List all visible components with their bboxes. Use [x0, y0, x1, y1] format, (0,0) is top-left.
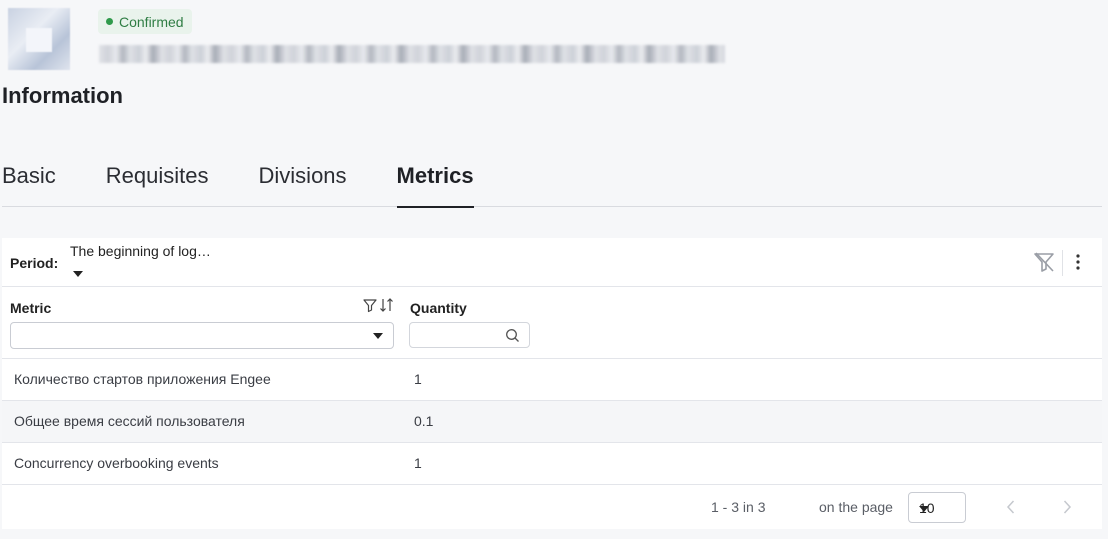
period-select-value[interactable]: The beginning of log… — [70, 243, 211, 259]
quantity-filter — [409, 322, 530, 348]
filter-icon[interactable] — [363, 297, 377, 313]
tab-metrics[interactable]: Metrics — [396, 158, 474, 208]
quantity-cell: 1 — [414, 455, 422, 471]
pagination: 1 - 3 in 3 on the page 10 — [2, 485, 1102, 529]
tab-bar: Basic Requisites Divisions Metrics — [2, 158, 1102, 208]
metrics-panel: Period: The beginning of log… Metric Qua… — [2, 238, 1102, 529]
column-header-metric: Metric — [10, 300, 52, 316]
toolbar: Period: The beginning of log… — [2, 238, 1102, 287]
caret-down-icon — [919, 506, 929, 512]
metric-cell: Количество стартов приложения Engee — [14, 371, 271, 387]
quantity-search-input[interactable] — [416, 323, 506, 347]
sort-icon[interactable] — [379, 297, 393, 313]
chevron-left-icon[interactable] — [1001, 497, 1021, 517]
page-title: Information — [2, 83, 123, 108]
status-badge: Confirmed — [98, 9, 192, 34]
blurred-name — [99, 45, 725, 63]
page: Confirmed Information Basic Requisites D… — [0, 0, 1108, 539]
pagination-range: 1 - 3 in 3 — [711, 499, 766, 515]
column-tools — [363, 297, 393, 313]
chevron-right-icon[interactable] — [1057, 497, 1077, 517]
period-label: Period: — [10, 255, 59, 271]
table-row[interactable]: Concurrency overbooking events 1 — [2, 443, 1102, 485]
search-icon[interactable] — [505, 328, 520, 343]
table-row[interactable]: Количество стартов приложения Engee 1 — [2, 359, 1102, 401]
metric-cell: Общее время сессий пользователя — [14, 413, 245, 429]
metric-filter-select[interactable] — [10, 322, 394, 349]
more-vertical-icon[interactable] — [1068, 250, 1088, 274]
column-header-quantity: Quantity — [410, 300, 467, 316]
tab-requisites[interactable]: Requisites — [106, 158, 209, 207]
table-row[interactable]: Общее время сессий пользователя 0.1 — [2, 401, 1102, 443]
status-dot-icon — [106, 18, 113, 25]
metric-cell: Concurrency overbooking events — [14, 455, 219, 471]
caret-down-icon[interactable] — [73, 271, 83, 277]
quantity-cell: 1 — [414, 371, 422, 387]
per-page-select[interactable]: 10 — [908, 492, 966, 523]
tab-basic[interactable]: Basic — [2, 158, 56, 207]
caret-down-icon — [373, 333, 383, 339]
filter-off-icon[interactable] — [1032, 250, 1056, 274]
avatar — [8, 8, 70, 70]
table-header: Metric Quantity — [2, 287, 1102, 359]
per-page-label: on the page — [819, 499, 893, 515]
status-label: Confirmed — [119, 13, 184, 30]
quantity-cell: 0.1 — [414, 413, 434, 429]
tab-divisions[interactable]: Divisions — [259, 158, 347, 207]
toolbar-divider — [1062, 250, 1063, 276]
